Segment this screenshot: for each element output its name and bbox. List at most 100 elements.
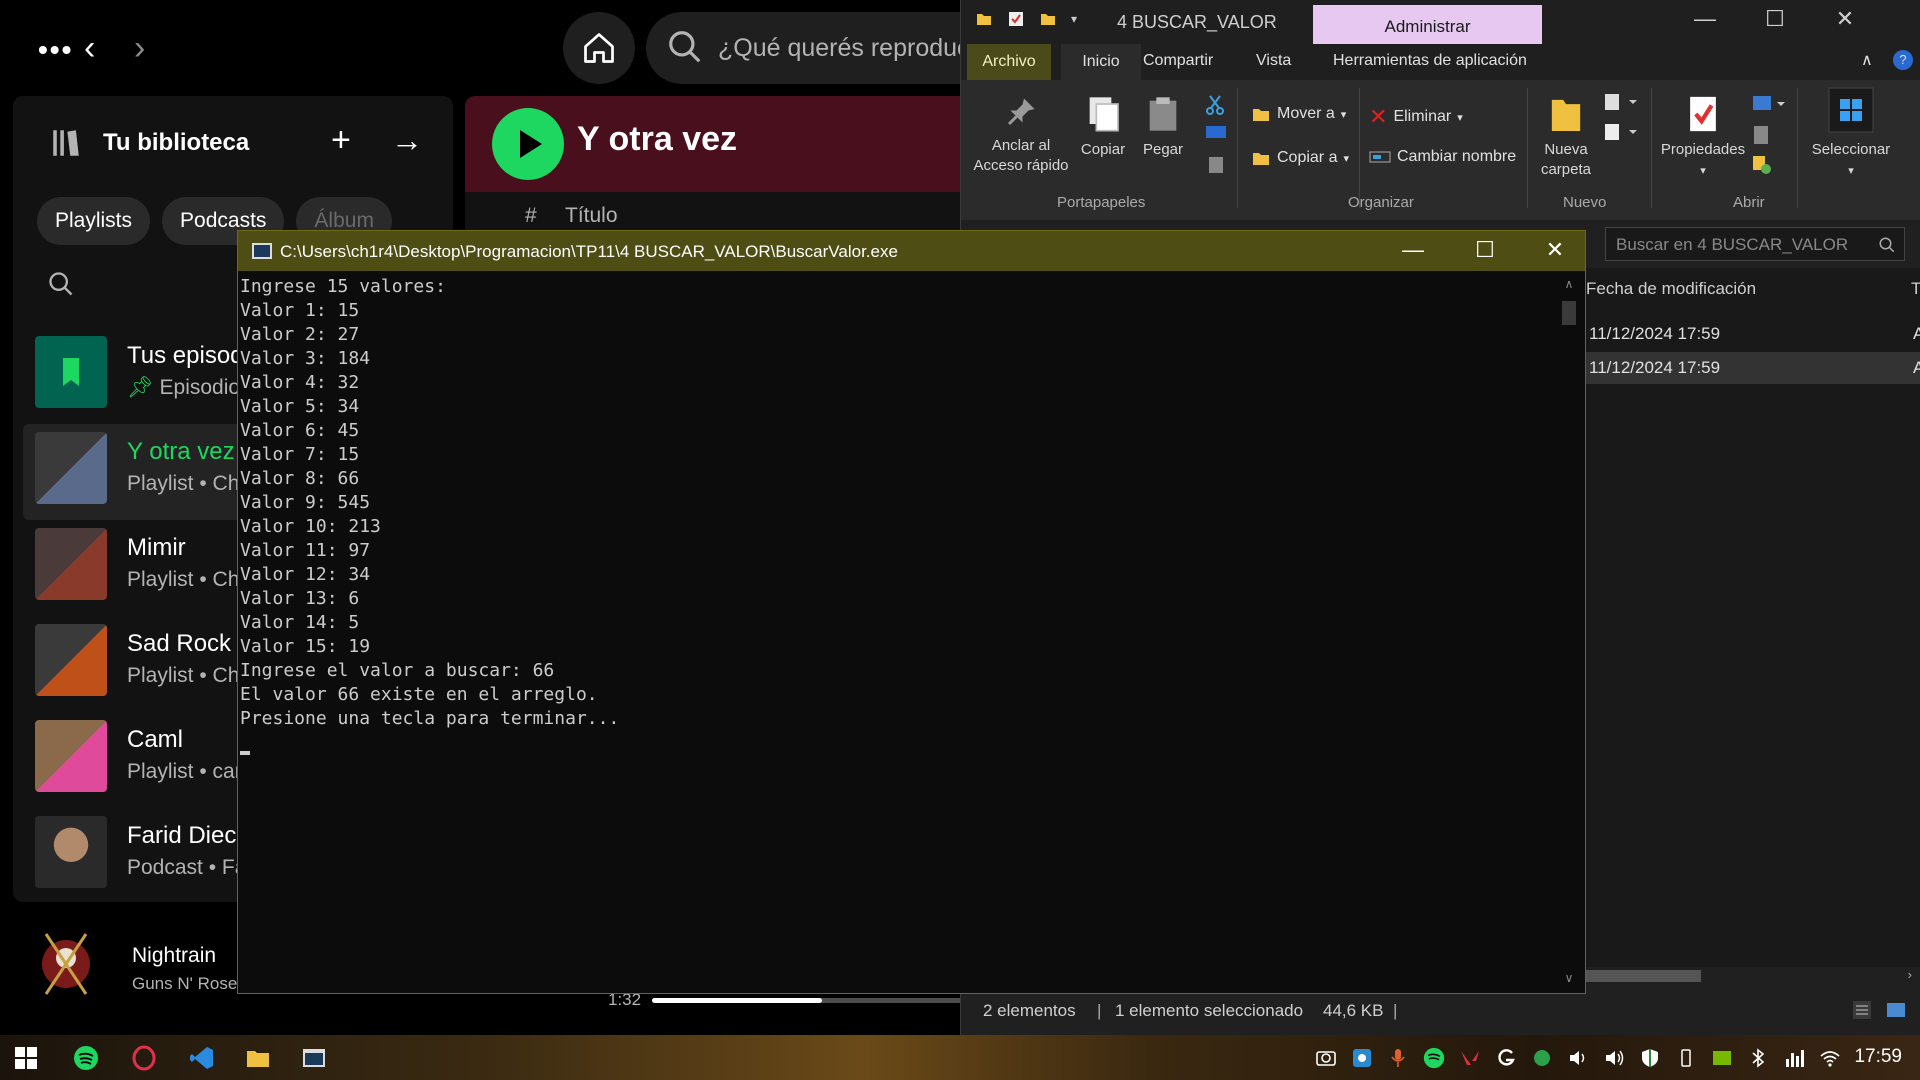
console-line: Valor 13: 6 — [240, 588, 360, 609]
column-type[interactable]: T — [1911, 279, 1920, 299]
performance-tray-icon[interactable] — [1780, 1044, 1808, 1072]
console-title: C:\Users\ch1r4\Desktop\Programacion\TP11… — [280, 242, 898, 261]
home-icon — [584, 33, 614, 63]
column-date-modified[interactable]: Fecha de modificación — [1586, 279, 1756, 299]
large-icons-view-icon[interactable] — [1885, 999, 1907, 1021]
delete-button[interactable]: ✕ Eliminar ▾ — [1369, 104, 1463, 130]
microphone-tray-icon[interactable] — [1384, 1044, 1412, 1072]
bluetooth-tray-icon[interactable] — [1744, 1044, 1772, 1072]
new-item-icon[interactable] — [1603, 92, 1639, 114]
wifi-tray-icon[interactable] — [1816, 1044, 1844, 1072]
cut-icon[interactable] — [1205, 94, 1225, 116]
console-line: Presione una tecla para terminar... — [240, 708, 620, 729]
console-line: Valor 6: 45 — [240, 420, 360, 441]
vertical-scrollbar[interactable]: ∧ ∨ — [1559, 275, 1579, 987]
explorer-titlebar: ▾ 4 BUSCAR_VALOR Administrar — ☐ ✕ — [961, 0, 1920, 44]
scroll-up-icon[interactable]: ∧ — [1559, 277, 1579, 291]
scrollbar-thumb[interactable] — [1562, 301, 1576, 325]
library-item-name: Farid Diecl — [127, 822, 242, 849]
console-taskbar-icon[interactable] — [300, 1044, 328, 1072]
track-artist[interactable]: Guns N' Rose — [132, 974, 237, 994]
create-plus-icon[interactable]: + — [331, 122, 351, 158]
windows-start-icon[interactable] — [12, 1044, 40, 1072]
g-hub-tray-icon[interactable] — [1492, 1044, 1520, 1072]
spotify-taskbar-icon[interactable] — [72, 1044, 100, 1072]
pin-quick-access-button[interactable]: Anclar al Acceso rápido — [973, 94, 1069, 176]
library-search-icon[interactable] — [47, 270, 75, 298]
paste-button[interactable]: Pegar — [1137, 94, 1189, 160]
nvidia-tray-icon[interactable] — [1708, 1044, 1736, 1072]
tab-administrar[interactable]: Administrar — [1313, 5, 1542, 44]
tab-compartir[interactable]: Compartir — [1143, 52, 1213, 70]
spotify-tray-icon[interactable] — [1420, 1044, 1448, 1072]
track-title[interactable]: Nightrain — [132, 944, 216, 968]
audio-tray-icon[interactable] — [1564, 1044, 1592, 1072]
library-item-name: Y otra vez — [127, 438, 235, 465]
search-icon — [669, 31, 701, 63]
copy-path-icon[interactable] — [1205, 124, 1227, 140]
expand-arrow-icon[interactable]: → — [391, 122, 423, 158]
more-options-icon[interactable]: ••• — [38, 36, 73, 64]
screen-capture-tray-icon[interactable] — [1348, 1044, 1376, 1072]
copy-button[interactable]: Copiar — [1075, 94, 1131, 160]
maximize-icon[interactable]: ☐ — [1460, 237, 1510, 263]
forward-arrow-icon[interactable]: › — [134, 28, 145, 68]
chip-playlists[interactable]: Playlists — [37, 197, 151, 245]
library-header[interactable]: Tu biblioteca — [49, 126, 249, 160]
paste-shortcut-icon[interactable] — [1207, 154, 1225, 174]
edit-icon[interactable] — [1751, 124, 1773, 146]
column-title[interactable]: Título — [565, 204, 618, 228]
tab-herramientas[interactable]: Herramientas de aplicación — [1333, 52, 1527, 70]
home-button[interactable] — [563, 12, 635, 84]
tab-vista[interactable]: Vista — [1256, 52, 1291, 70]
volume-tray-icon[interactable] — [1600, 1044, 1628, 1072]
move-to-button[interactable]: Mover a ▾ — [1251, 104, 1346, 124]
scroll-right-icon[interactable]: › — [1908, 967, 1912, 982]
vscode-icon[interactable] — [188, 1044, 216, 1072]
select-button[interactable]: Seleccionar ▾ — [1803, 86, 1899, 181]
console-output[interactable]: Ingrese 15 valores: Valor 1: 15 Valor 2: 2… — [240, 275, 1560, 985]
collapse-ribbon-icon[interactable]: ∧ — [1861, 50, 1873, 70]
usb-tray-icon[interactable] — [1672, 1044, 1700, 1072]
maximize-icon[interactable]: ☐ — [1755, 6, 1795, 32]
rename-button[interactable]: Cambiar nombre — [1369, 148, 1516, 166]
library-item-name: Caml — [127, 726, 184, 753]
back-arrow-icon[interactable]: ‹ — [84, 28, 95, 68]
close-icon[interactable]: ✕ — [1530, 237, 1580, 263]
security-shield-tray-icon[interactable] — [1636, 1044, 1664, 1072]
tab-inicio[interactable]: Inicio — [1061, 44, 1141, 80]
details-view-icon[interactable] — [1851, 999, 1873, 1021]
scroll-down-icon[interactable]: ∨ — [1559, 971, 1579, 985]
playlist-thumbnail — [35, 720, 107, 792]
play-button[interactable] — [492, 108, 564, 180]
console-line: Valor 7: 15 — [240, 444, 360, 465]
close-icon[interactable]: ✕ — [1825, 6, 1865, 32]
customize-dropdown-icon[interactable]: ▾ — [1071, 12, 1077, 26]
properties-button[interactable]: Propiedades ▾ — [1655, 94, 1751, 181]
minimize-icon[interactable]: — — [1685, 6, 1725, 32]
file-explorer-taskbar-icon[interactable] — [244, 1044, 272, 1072]
explorer-search-input[interactable]: Buscar en 4 BUSCAR_VALOR — [1605, 227, 1905, 261]
folder-icon[interactable] — [975, 10, 993, 28]
camera-tray-icon[interactable] — [1312, 1044, 1340, 1072]
new-folder-button[interactable]: Nueva carpeta — [1535, 94, 1597, 180]
history-icon[interactable] — [1751, 154, 1773, 176]
easy-access-icon[interactable] — [1603, 122, 1639, 144]
clock[interactable]: 17:59 — [1854, 1046, 1902, 1068]
file-date: 11/12/2024 17:59 — [1589, 358, 1721, 377]
minimize-icon[interactable]: — — [1388, 237, 1438, 263]
open-icon[interactable] — [1751, 94, 1787, 116]
properties-check-icon[interactable] — [1007, 10, 1025, 28]
status-dot-tray-icon[interactable] — [1528, 1044, 1556, 1072]
playlist-title: Y otra vez — [577, 120, 738, 158]
tab-archivo[interactable]: Archivo — [967, 44, 1051, 80]
opera-gx-icon[interactable] — [130, 1044, 158, 1072]
status-separator: | — [1097, 1001, 1102, 1020]
new-folder-icon[interactable] — [1039, 10, 1057, 28]
library-item-name: Mimir — [127, 534, 186, 561]
console-titlebar[interactable]: C:\Users\ch1r4\Desktop\Programacion\TP11… — [238, 231, 1585, 271]
copy-to-button[interactable]: Copiar a ▾ — [1251, 148, 1349, 168]
scrollbar-thumb[interactable] — [1581, 970, 1701, 982]
help-icon[interactable]: ? — [1893, 50, 1913, 70]
valorant-tray-icon[interactable] — [1456, 1044, 1484, 1072]
